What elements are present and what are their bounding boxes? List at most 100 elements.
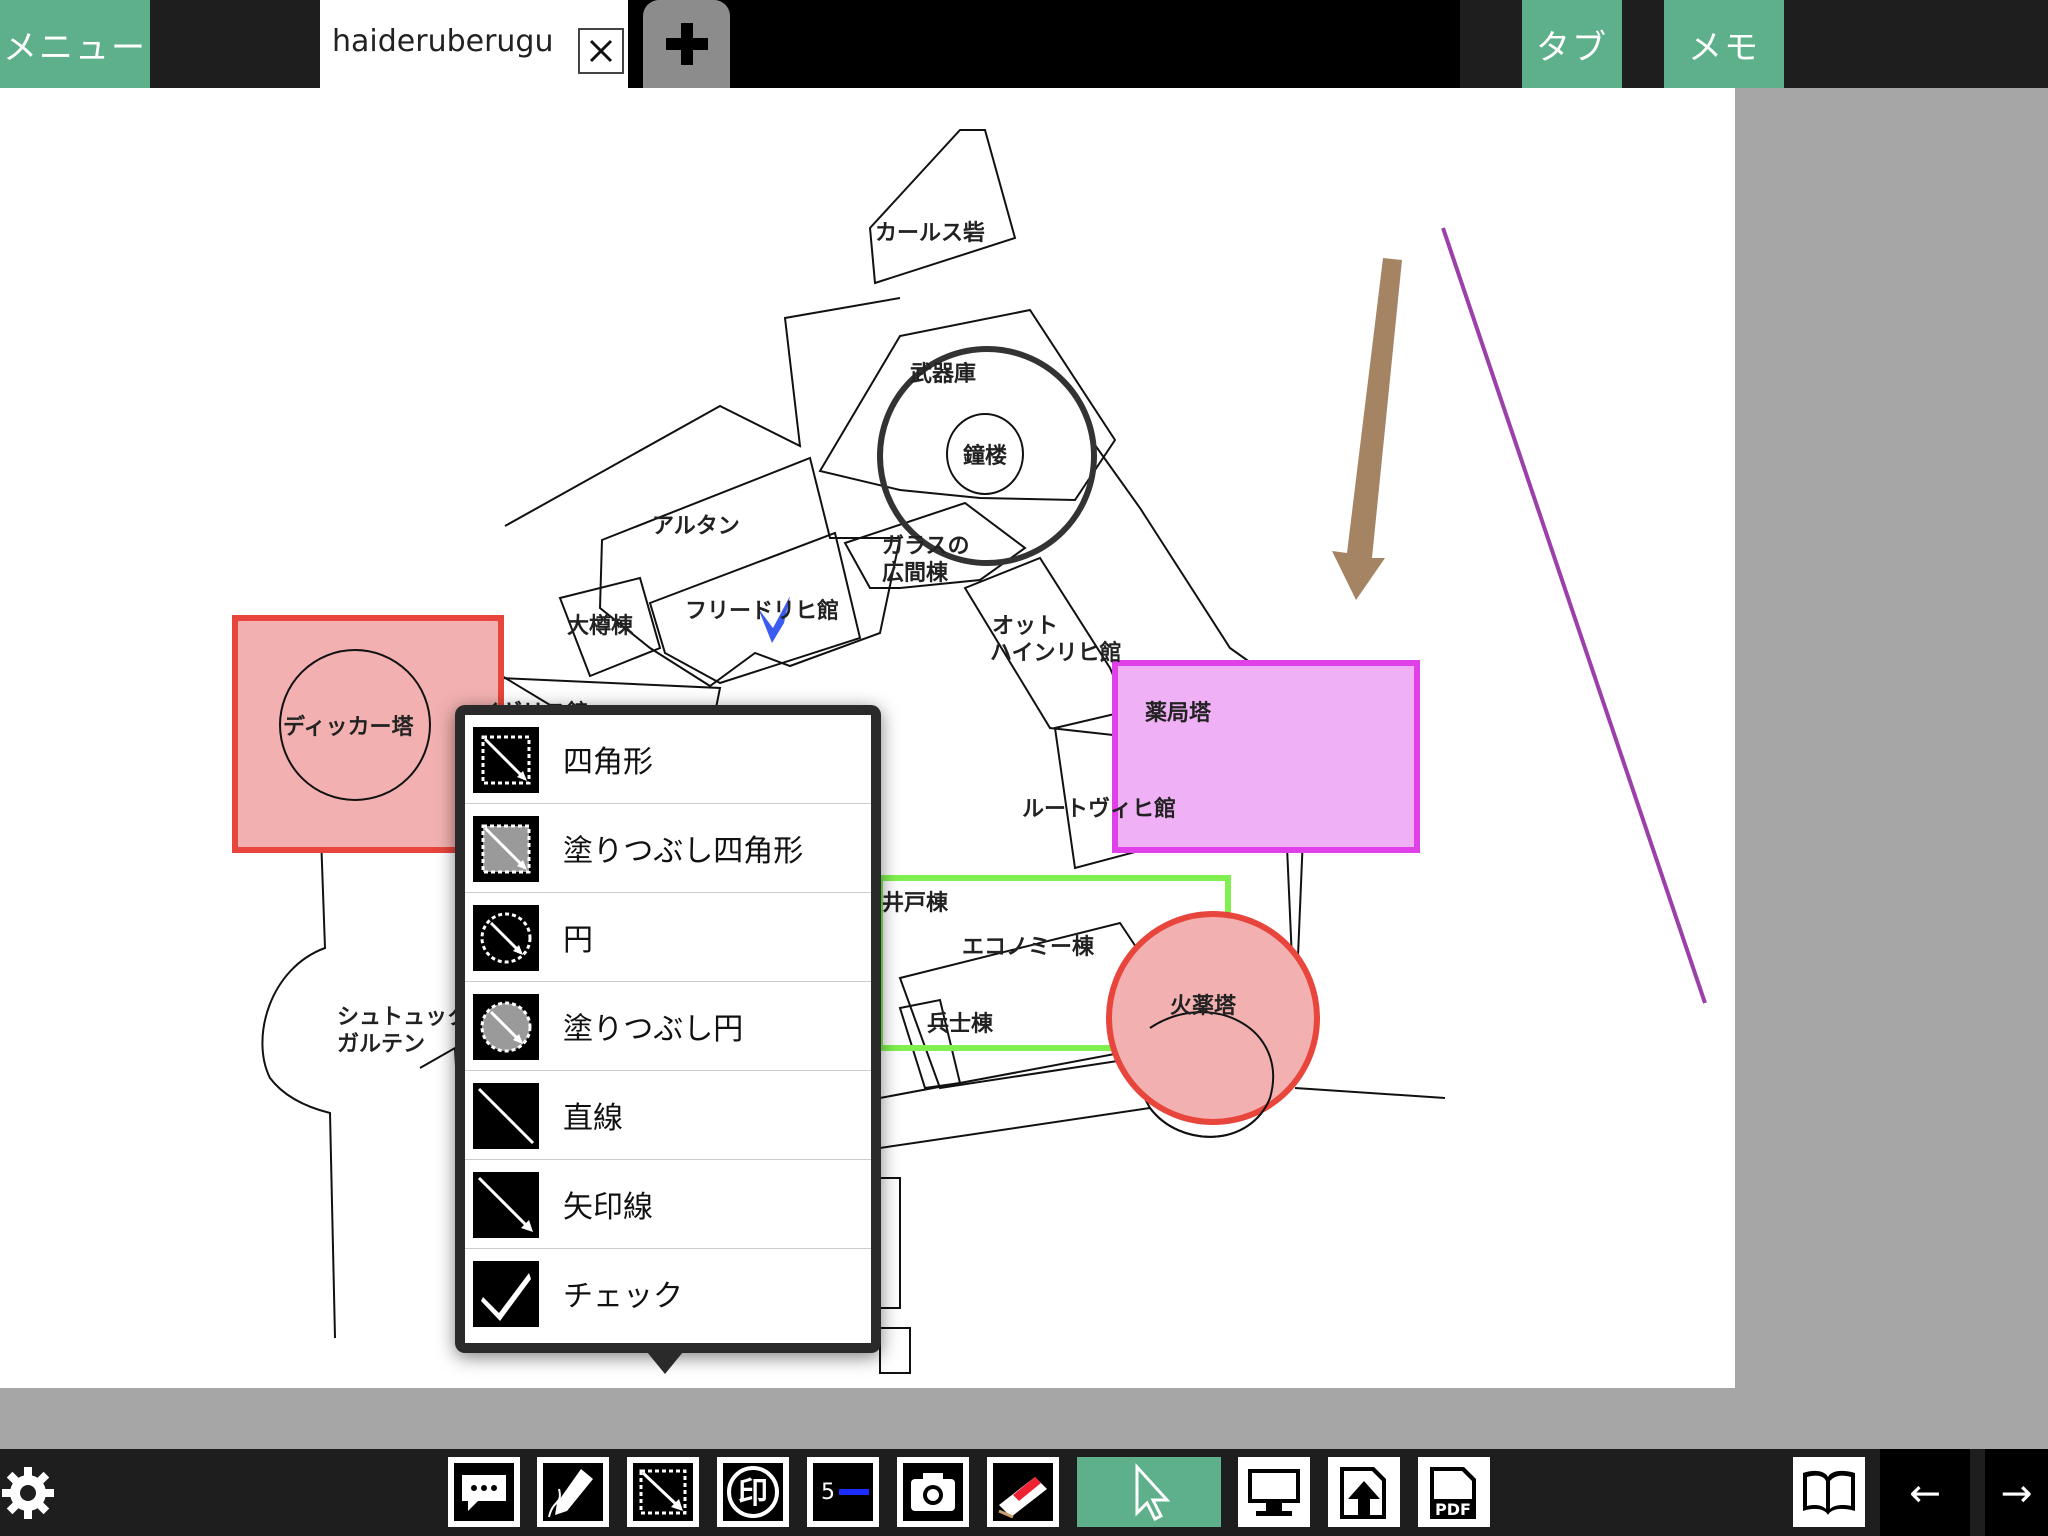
camera-button[interactable] [897, 1457, 969, 1527]
tab-list-button[interactable]: タブ [1522, 0, 1622, 88]
pdf-label: PDF [1435, 1500, 1471, 1519]
shape-menu-label: 直線 [563, 1101, 623, 1136]
label-belltower: 鐘楼 [963, 443, 1007, 469]
shape-icon [633, 1463, 693, 1521]
comment-icon [454, 1463, 514, 1521]
map-outline-gate [879, 1177, 901, 1309]
export-icon [1334, 1463, 1394, 1521]
label-glass: ガラスの [882, 534, 970, 559]
label-apothecary: 薬局塔 [1145, 701, 1212, 726]
map-outline-friedrich [598, 456, 902, 688]
tab-bar-spacer [1784, 0, 2048, 88]
tab-title: haideruberugu [332, 24, 554, 59]
pdf-icon: PDF [1424, 1463, 1484, 1521]
map-outer-wall [504, 297, 901, 527]
label-garten: ガルテン [337, 1032, 425, 1057]
shape-menu-item-circle[interactable]: 円 [465, 893, 871, 982]
label-otto-2: ハインリヒ館 [990, 640, 1122, 666]
line-icon [473, 1083, 539, 1149]
circle-filled-icon [473, 994, 539, 1060]
map-outline-gate-2 [879, 1327, 911, 1374]
map-garten-wall [419, 1046, 461, 1139]
select-icon [1135, 1463, 1171, 1522]
stamp-icon: 印 [723, 1463, 783, 1521]
annotation-arrow-brown[interactable] [1332, 258, 1402, 600]
label-soldier: 兵士棟 [927, 1011, 994, 1037]
pdf-button[interactable]: PDF [1418, 1457, 1490, 1527]
shape-menu-label: 矢印線 [563, 1190, 653, 1225]
map-outline-armory [818, 308, 1117, 502]
map-south-wall [1294, 1087, 1446, 1099]
arrow-line-icon [473, 1172, 539, 1238]
map-outline-karls [868, 129, 1017, 285]
tab-bar-spacer [1622, 0, 1664, 88]
circle-outline-icon [473, 905, 539, 971]
shape-menu-popup: 四角形 塗りつぶし四角形 円 塗りつぶし円 直線 矢印線 チェック [455, 705, 881, 1353]
pen-button[interactable] [537, 1457, 609, 1527]
shape-button[interactable] [627, 1457, 699, 1527]
shape-menu-label: 塗りつぶし四角形 [563, 834, 804, 869]
eraser-button[interactable] [987, 1457, 1059, 1527]
tab-close-button[interactable] [578, 28, 624, 74]
bottom-toolbar: 印 5 PDF ← → [0, 1449, 2048, 1536]
eraser-icon [993, 1463, 1053, 1521]
present-button[interactable] [1238, 1457, 1310, 1527]
pen-width-value: 5 [821, 1480, 835, 1505]
shape-menu-item-line[interactable]: 直線 [465, 1071, 871, 1160]
shape-menu-list: 四角形 塗りつぶし四角形 円 塗りつぶし円 直線 矢印線 チェック [465, 715, 871, 1343]
select-button[interactable] [1077, 1457, 1221, 1527]
rectangle-outline-icon [473, 727, 539, 793]
plus-icon [665, 23, 708, 65]
label-armory: 武器庫 [910, 361, 976, 387]
line-width-icon: 5 [813, 1463, 873, 1521]
shape-menu-item-arrow-line[interactable]: 矢印線 [465, 1160, 871, 1249]
pen-icon [543, 1463, 603, 1521]
tab-bar-spacer [150, 0, 320, 88]
label-ludwig: ルートヴィヒ館 [1022, 796, 1176, 822]
rectangle-filled-icon [473, 816, 539, 882]
stamp-char: 印 [738, 1476, 768, 1511]
back-button[interactable]: ← [1880, 1449, 1970, 1536]
label-altan: アルタン [652, 514, 740, 539]
map-south-wall-2 [879, 1051, 1152, 1149]
arrow-right-icon: → [2000, 1470, 2033, 1515]
shape-menu-label: 円 [563, 923, 593, 958]
label-well: 井戸棟 [882, 890, 949, 916]
settings-icon[interactable] [0, 1465, 56, 1521]
label-otto: オット [992, 614, 1058, 639]
close-icon [589, 39, 613, 63]
label-barrel: 大樽棟 [567, 613, 634, 639]
book-icon [1799, 1463, 1859, 1521]
map-outline-garten [261, 807, 336, 1339]
popup-pointer [647, 1352, 683, 1374]
label-friedrich: フリードリヒ館 [685, 598, 839, 624]
book-button[interactable] [1793, 1457, 1865, 1527]
annotation-line-purple[interactable] [1441, 227, 1707, 1004]
label-economy: エコノミー棟 [962, 934, 1095, 960]
document-tab[interactable]: haideruberugu [320, 0, 628, 88]
top-bar: メニュー haideruberugu タブ メモ [0, 0, 2048, 88]
tab-bar-spacer [1460, 0, 1522, 88]
label-dicker: ディッカー塔 [283, 714, 414, 740]
present-icon [1244, 1463, 1304, 1521]
shape-menu-item-check[interactable]: チェック [465, 1249, 871, 1338]
check-icon [473, 1261, 539, 1327]
menu-button[interactable]: メニュー [0, 0, 150, 88]
arrow-left-icon: ← [1909, 1470, 1941, 1515]
label-karls: カールス砦 [875, 220, 985, 246]
shape-menu-item-filled-circle[interactable]: 塗りつぶし円 [465, 982, 871, 1071]
shape-menu-label: 塗りつぶし円 [563, 1012, 744, 1047]
forward-button[interactable]: → [1985, 1449, 2048, 1536]
label-stuck: シュトュック [337, 1005, 469, 1030]
line-width-button[interactable]: 5 [807, 1457, 879, 1527]
camera-icon [903, 1463, 963, 1521]
stamp-button[interactable]: 印 [717, 1457, 789, 1527]
export-button[interactable] [1328, 1457, 1400, 1527]
shape-menu-item-filled-rectangle[interactable]: 塗りつぶし四角形 [465, 804, 871, 893]
comment-button[interactable] [448, 1457, 520, 1527]
shape-menu-label: チェック [563, 1279, 683, 1314]
add-tab-button[interactable] [643, 0, 730, 88]
shape-menu-item-rectangle[interactable]: 四角形 [465, 715, 871, 804]
label-powder: 火薬塔 [1170, 994, 1237, 1019]
memo-button[interactable]: メモ [1664, 0, 1784, 88]
